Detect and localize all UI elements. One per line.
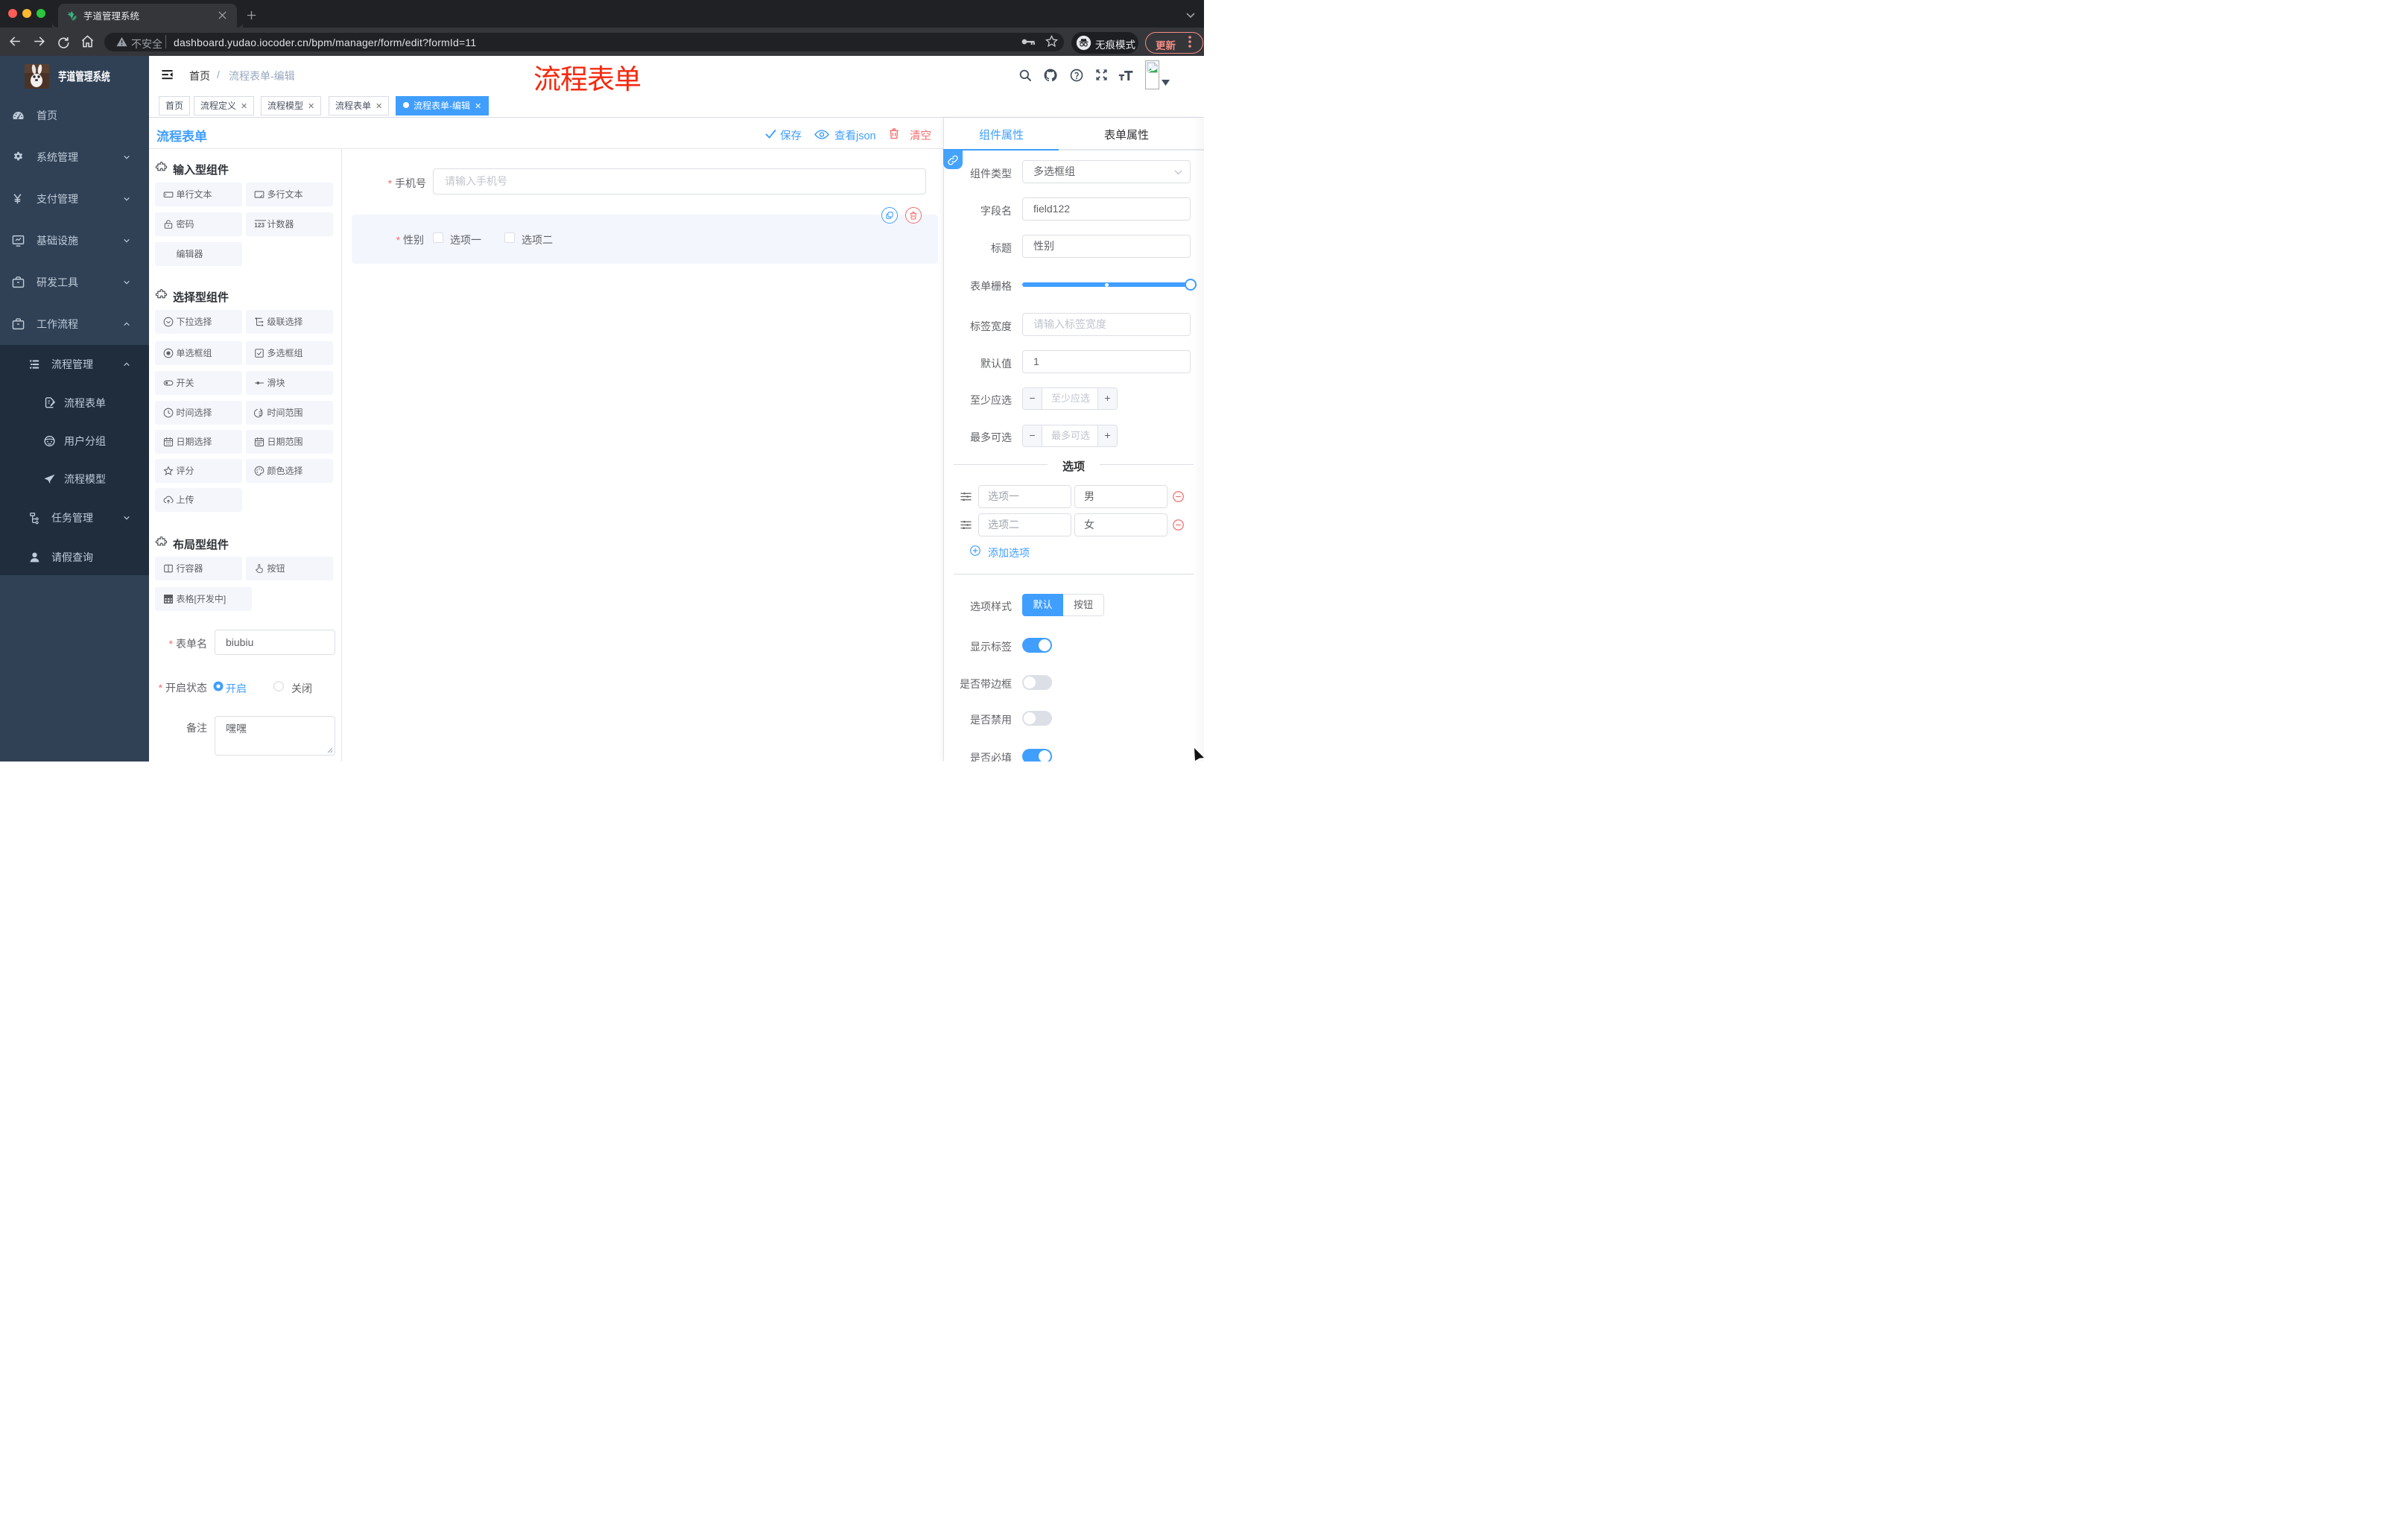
svg-text:123: 123	[254, 222, 264, 229]
